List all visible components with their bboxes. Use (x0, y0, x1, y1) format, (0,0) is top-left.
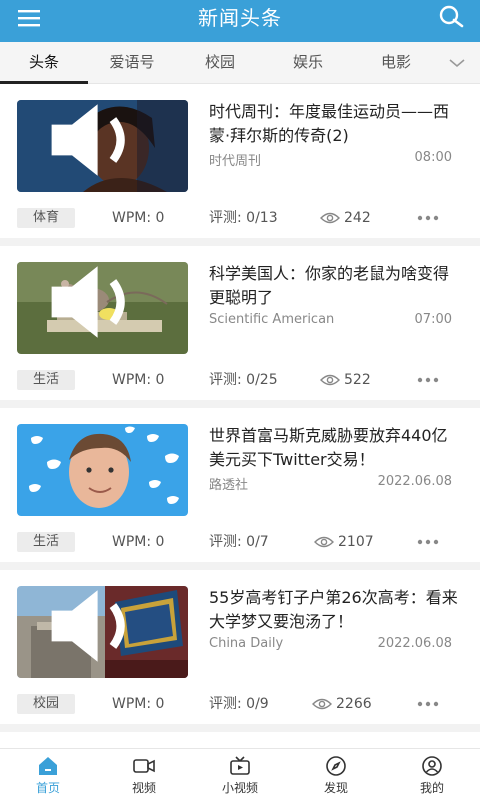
speaker-icon[interactable] (17, 262, 178, 348)
category-badge: 生活 (17, 370, 75, 390)
article-title[interactable]: 55岁高考钉子户第26次高考：看来大学梦又要泡汤了！ (209, 586, 459, 634)
category-badge: 生活 (17, 532, 75, 552)
article-stats: 生活 WPM: 0 评测: 0/7 2107 (0, 528, 480, 556)
page-title: 新闻头条 (198, 6, 282, 30)
nav-me[interactable]: 我的 (384, 749, 480, 800)
view-count-value: 2107 (338, 534, 374, 550)
home-icon (39, 757, 57, 775)
article-title[interactable]: 时代周刊：年度最佳运动员——西蒙·拜尔斯的传奇(2) (209, 100, 459, 148)
more-icon[interactable] (416, 532, 440, 552)
article-source: 时代周刊 (209, 154, 262, 169)
news-card[interactable]: 时代周刊：年度最佳运动员——西蒙·拜尔斯的传奇(2) 时代周刊 08:00 体育… (0, 84, 480, 246)
wpm-value: WPM: 0 (112, 210, 165, 226)
article-time: 2022.06.08 (377, 474, 452, 489)
more-icon[interactable] (416, 208, 440, 228)
news-card[interactable]: 世界首富马斯克威胁要放弃440亿美元买下Twitter交易！ 路透社 2022.… (0, 408, 480, 570)
category-badge: 校园 (17, 694, 75, 714)
eye-icon (320, 212, 340, 224)
article-stats: 校园 WPM: 0 评测: 0/9 2266 (0, 690, 480, 718)
speaker-icon[interactable] (17, 586, 178, 672)
nav-home[interactable]: 首页 (0, 749, 96, 800)
nav-discover[interactable]: 发现 (288, 749, 384, 800)
review-count: 评测: 0/13 (209, 210, 278, 226)
view-count: 2266 (312, 694, 372, 714)
nav-video[interactable]: 视频 (96, 749, 192, 800)
nav-discover-label: 发现 (323, 781, 348, 795)
chevron-down-icon[interactable] (442, 48, 472, 78)
article-thumbnail[interactable] (17, 100, 188, 192)
article-source: China Daily (209, 636, 284, 651)
article-thumbnail[interactable] (17, 424, 188, 516)
article-title[interactable]: 科学美国人：你家的老鼠为啥变得更聪明了 (209, 262, 459, 310)
more-icon[interactable] (416, 370, 440, 390)
search-icon[interactable] (436, 4, 468, 32)
news-feed: 时代周刊：年度最佳运动员——西蒙·拜尔斯的传奇(2) 时代周刊 08:00 体育… (0, 84, 480, 748)
review-count: 评测: 0/9 (209, 696, 269, 712)
eye-icon (312, 698, 332, 710)
tab-entertainment[interactable]: 娱乐 (264, 42, 352, 84)
article-stats: 体育 WPM: 0 评测: 0/13 242 (0, 204, 480, 232)
view-count: 522 (320, 370, 371, 390)
speaker-icon[interactable] (17, 100, 178, 186)
nav-short-video-label: 小视频 (221, 781, 258, 795)
more-icon[interactable] (416, 694, 440, 714)
review-count: 评测: 0/7 (209, 534, 269, 550)
nav-home-label: 首页 (35, 781, 60, 795)
tab-aiyuhao[interactable]: 爱语号 (88, 42, 176, 84)
nav-me-label: 我的 (419, 781, 444, 795)
article-source: Scientific American (209, 312, 335, 327)
view-count: 2107 (314, 532, 374, 552)
view-count-value: 522 (344, 372, 371, 388)
tab-headlines[interactable]: 头条 (0, 42, 88, 84)
view-count-value: 242 (344, 210, 371, 226)
twitter-birds-photo (17, 424, 188, 516)
view-count: 242 (320, 208, 371, 228)
tab-campus[interactable]: 校园 (176, 42, 264, 84)
review-count: 评测: 0/25 (209, 372, 278, 388)
wpm-value: WPM: 0 (112, 534, 165, 550)
eye-icon (320, 374, 340, 386)
article-stats: 生活 WPM: 0 评测: 0/25 522 (0, 366, 480, 394)
bottom-navigation: 首页 视频 小视频 发现 我的 (0, 748, 480, 800)
compass-icon (326, 756, 346, 776)
article-thumbnail[interactable] (17, 586, 188, 678)
category-badge: 体育 (17, 208, 75, 228)
tv-icon (230, 756, 250, 775)
news-card[interactable]: 55岁高考钉子户第26次高考：看来大学梦又要泡汤了！ China Daily 2… (0, 570, 480, 732)
wpm-value: WPM: 0 (112, 696, 165, 712)
video-camera-icon (133, 759, 155, 773)
nav-video-label: 视频 (131, 781, 156, 795)
article-time: 08:00 (414, 150, 452, 165)
tab-movies[interactable]: 电影 (352, 42, 440, 84)
article-time: 2022.06.08 (377, 636, 452, 651)
eye-icon (314, 536, 334, 548)
article-thumbnail[interactable] (17, 262, 188, 354)
user-icon (422, 756, 442, 776)
app-header: 新闻头条 (0, 0, 480, 42)
view-count-value: 2266 (336, 696, 372, 712)
article-title[interactable]: 世界首富马斯克威胁要放弃440亿美元买下Twitter交易！ (209, 424, 459, 472)
news-card[interactable]: 科学美国人：你家的老鼠为啥变得更聪明了 Scientific American … (0, 246, 480, 408)
category-tabs: 头条 爱语号 校园 娱乐 电影 (0, 42, 480, 84)
article-source: 路透社 (209, 478, 249, 493)
wpm-value: WPM: 0 (112, 372, 165, 388)
nav-short-video[interactable]: 小视频 (192, 749, 288, 800)
article-time: 07:00 (414, 312, 452, 327)
